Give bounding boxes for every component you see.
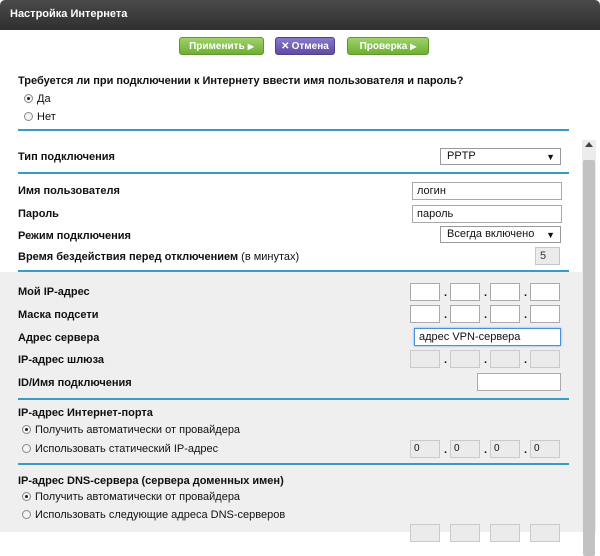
static-ip-octet-2[interactable]: 0 bbox=[450, 440, 480, 458]
connection-mode-select[interactable]: Всегда включено ▼ bbox=[440, 226, 561, 243]
subnet-octet-1[interactable] bbox=[410, 305, 440, 323]
radio-yes[interactable] bbox=[24, 94, 33, 103]
static-ip-octet-1[interactable]: 0 bbox=[410, 440, 440, 458]
dns-manual-radio[interactable] bbox=[22, 510, 31, 519]
close-icon: ✕ bbox=[281, 41, 290, 52]
internet-ip-static-label: Использовать статический IP-адрес bbox=[35, 443, 219, 455]
subnet-octet-4[interactable] bbox=[530, 305, 560, 323]
subnet-octet-2[interactable] bbox=[450, 305, 480, 323]
connection-type-label: Тип подключения bbox=[18, 151, 115, 163]
password-label: Пароль bbox=[18, 208, 59, 220]
separator-dot: . bbox=[524, 309, 528, 321]
separator-dot: . bbox=[484, 309, 488, 321]
internet-ip-auto-radio[interactable] bbox=[22, 425, 31, 434]
dns-octet-1[interactable] bbox=[410, 524, 440, 542]
test-button[interactable]: Проверка ▶ bbox=[347, 37, 429, 55]
separator-dot: . bbox=[444, 354, 448, 366]
separator-dot: . bbox=[524, 354, 528, 366]
gateway-octet-2[interactable] bbox=[450, 350, 480, 368]
chevron-down-icon: ▼ bbox=[546, 230, 555, 240]
gateway-octet-4[interactable] bbox=[530, 350, 560, 368]
my-ip-octet-2[interactable] bbox=[450, 283, 480, 301]
connection-mode-label: Режим подключения bbox=[18, 230, 131, 242]
gateway-octet-3[interactable] bbox=[490, 350, 520, 368]
separator-dot: . bbox=[444, 309, 448, 321]
my-ip-octet-3[interactable] bbox=[490, 283, 520, 301]
page-title: Настройка Интернета bbox=[10, 8, 128, 20]
title-bar: Настройка Интернета bbox=[0, 0, 600, 30]
gateway-ip-label: IP-адрес шлюза bbox=[18, 354, 105, 366]
test-button-label: Проверка bbox=[359, 41, 408, 52]
dns-octet-4[interactable] bbox=[530, 524, 560, 542]
play-arrow-icon: ▶ bbox=[247, 42, 254, 51]
cancel-button-label: Отмена bbox=[291, 41, 329, 52]
arrow-up-icon[interactable] bbox=[585, 142, 593, 147]
my-ip-label: Мой IP-адрес bbox=[18, 286, 90, 298]
internet-ip-static-radio[interactable] bbox=[22, 444, 31, 453]
idle-timeout-label: Время бездействия перед отключением (в м… bbox=[18, 251, 299, 263]
apply-button-label: Применить bbox=[189, 41, 245, 52]
dns-auto-radio[interactable] bbox=[22, 492, 31, 501]
dns-auto-label: Получить автоматически от провайдера bbox=[35, 491, 241, 503]
dns-octet-3[interactable] bbox=[490, 524, 520, 542]
separator-dot: . bbox=[524, 444, 528, 456]
connection-id-label: ID/Имя подключения bbox=[18, 377, 132, 389]
chevron-down-icon: ▼ bbox=[546, 152, 555, 162]
username-label: Имя пользователя bbox=[18, 185, 120, 197]
subnet-mask-label: Маска подсети bbox=[18, 309, 99, 321]
cancel-button[interactable]: ✕ Отмена bbox=[275, 37, 335, 55]
idle-timeout-input[interactable]: 5 bbox=[535, 247, 560, 265]
server-address-label: Адрес сервера bbox=[18, 332, 100, 344]
section-divider bbox=[18, 398, 569, 400]
separator-dot: . bbox=[484, 287, 488, 299]
separator-dot: . bbox=[524, 287, 528, 299]
subnet-octet-3[interactable] bbox=[490, 305, 520, 323]
connection-type-value: PPTP bbox=[447, 150, 476, 162]
separator-dot: . bbox=[444, 444, 448, 456]
section-divider bbox=[18, 172, 569, 174]
scrollbar-thumb[interactable] bbox=[583, 160, 595, 556]
static-ip-octet-4[interactable]: 0 bbox=[530, 440, 560, 458]
server-address-input[interactable]: адрес VPN-сервера bbox=[414, 328, 561, 346]
separator-dot: . bbox=[444, 287, 448, 299]
section-divider bbox=[18, 129, 569, 131]
idle-timeout-unit: (в минутах) bbox=[241, 251, 300, 263]
scrollbar[interactable] bbox=[582, 140, 596, 556]
connection-id-input[interactable] bbox=[477, 373, 561, 391]
static-ip-octet-3[interactable]: 0 bbox=[490, 440, 520, 458]
connection-type-select[interactable]: PPTP ▼ bbox=[440, 148, 561, 165]
radio-yes-label: Да bbox=[37, 93, 51, 105]
dns-octet-2[interactable] bbox=[450, 524, 480, 542]
username-input[interactable]: логин bbox=[412, 182, 562, 200]
dns-heading: IP-адрес DNS-сервера (сервера доменных и… bbox=[18, 475, 284, 487]
idle-timeout-text: Время бездействия перед отключением bbox=[18, 251, 239, 263]
apply-button[interactable]: Применить ▶ bbox=[179, 37, 264, 55]
radio-no[interactable] bbox=[24, 112, 33, 121]
separator-dot: . bbox=[484, 444, 488, 456]
login-question: Требуется ли при подключении к Интернету… bbox=[18, 75, 464, 87]
my-ip-octet-1[interactable] bbox=[410, 283, 440, 301]
section-divider bbox=[18, 463, 569, 465]
password-input[interactable]: пароль bbox=[412, 205, 562, 223]
connection-mode-value: Всегда включено bbox=[447, 228, 535, 240]
radio-no-label: Нет bbox=[37, 111, 56, 123]
my-ip-octet-4[interactable] bbox=[530, 283, 560, 301]
dns-manual-label: Использовать следующие адреса DNS-сервер… bbox=[35, 509, 286, 521]
internet-ip-auto-label: Получить автоматически от провайдера bbox=[35, 424, 241, 436]
gateway-octet-1[interactable] bbox=[410, 350, 440, 368]
play-arrow-icon: ▶ bbox=[410, 42, 417, 51]
separator-dot: . bbox=[484, 354, 488, 366]
internet-port-heading: IP-адрес Интернет-порта bbox=[18, 407, 153, 419]
